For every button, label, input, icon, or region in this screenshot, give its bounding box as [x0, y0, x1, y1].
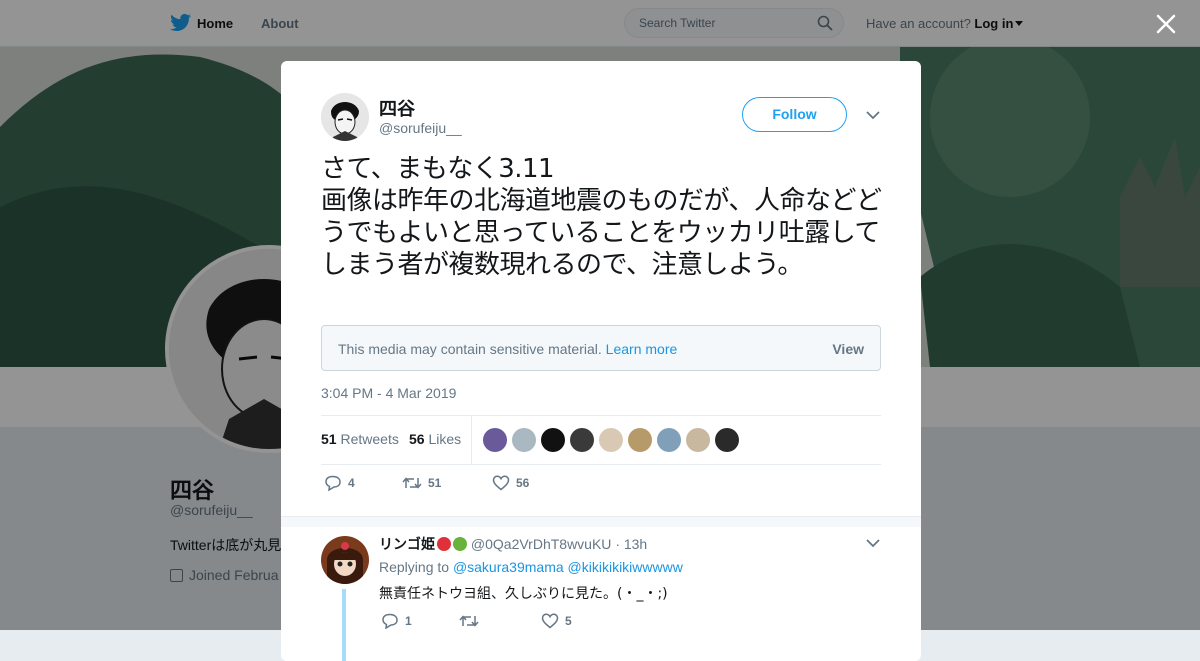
retweet-icon: [459, 615, 479, 627]
mention-link[interactable]: @sakura39mama: [453, 559, 564, 575]
view-media-button[interactable]: View: [832, 341, 864, 357]
liker-avatar[interactable]: [715, 428, 739, 452]
reply-header: リンゴ姫 @0Qa2VrDhT8wvuKU · 13h: [379, 534, 647, 554]
liker-avatar[interactable]: [512, 428, 536, 452]
replying-to-label: Replying to: [379, 559, 450, 575]
liker-avatar[interactable]: [686, 428, 710, 452]
replying-to: Replying to @sakura39mama @kikikikikiwww…: [379, 559, 683, 575]
learn-more-link[interactable]: Learn more: [606, 341, 678, 357]
reply-reply-action[interactable]: 1: [381, 613, 412, 633]
green-apple-icon: [453, 537, 467, 551]
reply-retweet-action[interactable]: [459, 613, 479, 633]
sensitive-message-text: This media may contain sensitive materia…: [338, 341, 602, 357]
mention-link[interactable]: @kikikikikiwwwww: [568, 559, 683, 575]
retweets-count: 51: [321, 431, 337, 447]
liker-avatar[interactable]: [599, 428, 623, 452]
close-icon[interactable]: [1155, 13, 1177, 35]
reply-icon: [382, 613, 398, 630]
reply-reply-count: 1: [405, 614, 412, 628]
likes-stat[interactable]: 56 Likes: [409, 431, 461, 447]
sensitive-message: This media may contain sensitive materia…: [338, 341, 677, 357]
reply-like-count: 5: [565, 614, 572, 628]
reply-action[interactable]: 4: [324, 475, 355, 495]
chevron-down-icon[interactable]: [866, 110, 880, 120]
reply-author-handle[interactable]: @0Qa2VrDhT8wvuKU: [471, 536, 612, 552]
reply-like-action[interactable]: 5: [541, 613, 572, 633]
reply-time[interactable]: · 13h: [615, 536, 647, 552]
liker-avatar[interactable]: [483, 428, 507, 452]
liker-avatar[interactable]: [628, 428, 652, 452]
author-handle[interactable]: @sorufeiju__: [379, 120, 462, 136]
author-name[interactable]: 四谷: [379, 95, 415, 121]
tweet-modal: 四谷 @sorufeiju__ Follow さて、まもなく3.11 画像は昨年…: [281, 61, 921, 661]
heart-icon: [492, 475, 510, 491]
reply-icon: [325, 475, 341, 492]
retweets-stat[interactable]: 51 Retweets: [321, 431, 399, 447]
retweet-icon: [402, 477, 422, 489]
red-apple-icon: [437, 537, 451, 551]
reply-count: 4: [348, 476, 355, 490]
retweet-action[interactable]: 51: [402, 475, 441, 495]
reply-actions: 1 5: [381, 613, 781, 633]
author-avatar[interactable]: [321, 93, 369, 141]
tweet-text: さて、まもなく3.11 画像は昨年の北海道地震のものだが、人命などどうでもよいと…: [321, 154, 882, 280]
reply-author-avatar[interactable]: [321, 536, 369, 584]
tweet-actions: 4 51 56: [321, 475, 881, 495]
likes-label: Likes: [428, 431, 462, 447]
liker-avatar[interactable]: [570, 428, 594, 452]
likes-count: 56: [409, 431, 425, 447]
reply-chevron-down-icon[interactable]: [866, 538, 880, 548]
reply-author-name[interactable]: リンゴ姫: [379, 536, 435, 552]
heart-icon: [541, 613, 559, 629]
like-count: 56: [516, 476, 530, 490]
reply-text: 無責任ネトウヨ組、久しぶりに見た。(・_・;): [379, 586, 668, 602]
follow-button[interactable]: Follow: [742, 97, 847, 132]
replies-divider: [281, 516, 921, 527]
tweet-stats: 51 Retweets 56 Likes: [321, 415, 881, 465]
thread-line: [342, 589, 346, 661]
tweet-timestamp[interactable]: 3:04 PM - 4 Mar 2019: [321, 385, 456, 401]
sensitive-media-warning: This media may contain sensitive materia…: [321, 325, 881, 371]
retweets-label: Retweets: [340, 431, 399, 447]
like-action[interactable]: 56: [492, 475, 529, 495]
liker-avatar[interactable]: [657, 428, 681, 452]
retweet-count: 51: [428, 476, 442, 490]
stats-separator: [471, 416, 472, 464]
liker-avatar[interactable]: [541, 428, 565, 452]
